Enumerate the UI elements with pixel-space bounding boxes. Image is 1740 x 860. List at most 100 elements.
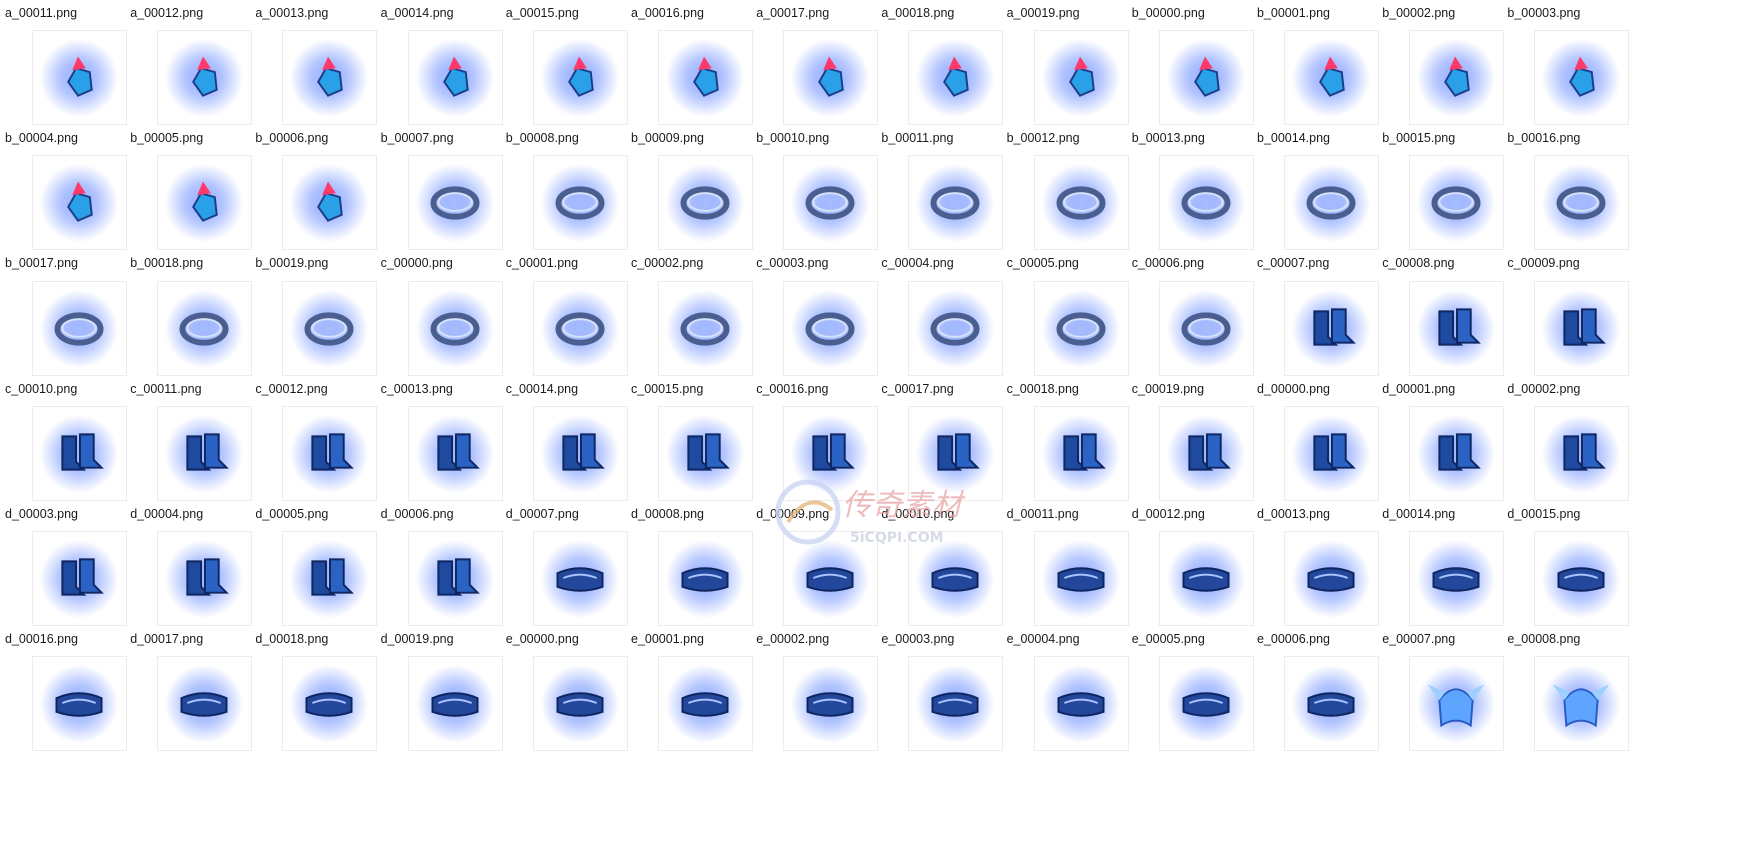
file-item[interactable]: c_00005.png <box>1002 155 1141 294</box>
file-item[interactable]: d_00018.png <box>250 531 389 670</box>
file-item[interactable]: d_00000.png <box>1252 280 1391 420</box>
armored-boots-icon <box>282 405 378 501</box>
file-item[interactable]: b_00012.png <box>1002 30 1141 169</box>
armored-boots-icon <box>1033 405 1129 501</box>
file-item[interactable]: c_00006.png <box>1127 155 1266 294</box>
file-item[interactable]: c_00018.png <box>1002 280 1141 420</box>
file-item[interactable]: b_00013.png <box>1127 30 1266 169</box>
file-item[interactable] <box>1252 656 1391 795</box>
file-item[interactable]: b_00016.png <box>1502 30 1641 169</box>
file-item[interactable]: b_00010.png <box>751 30 890 169</box>
file-item[interactable]: c_00003.png <box>751 155 890 294</box>
file-item[interactable] <box>501 656 640 795</box>
file-item[interactable]: d_00011.png <box>1002 405 1141 545</box>
file-item[interactable]: b_00007.png <box>376 30 515 169</box>
file-item[interactable]: c_00016.png <box>751 280 890 420</box>
file-name-label: e_00004.png <box>1006 632 1080 646</box>
file-item[interactable] <box>376 656 515 795</box>
file-item[interactable]: d_00008.png <box>626 405 765 545</box>
file-item[interactable]: c_00000.png <box>376 155 515 294</box>
file-item[interactable]: b_00018.png <box>125 155 264 294</box>
file-name-label: a_00014.png <box>380 6 454 20</box>
file-item[interactable]: b_00019.png <box>250 155 389 294</box>
file-item[interactable]: e_00005.png <box>1127 531 1266 670</box>
file-item[interactable]: b_00015.png <box>1377 30 1516 169</box>
file-item[interactable] <box>125 656 264 795</box>
file-item[interactable]: e_00001.png <box>626 531 765 670</box>
file-item[interactable]: c_00002.png <box>626 155 765 294</box>
blue-gem-red-crystal-icon <box>1033 30 1129 126</box>
spiked-ring-icon <box>407 280 503 376</box>
file-item[interactable] <box>1377 656 1516 795</box>
file-item[interactable] <box>0 656 139 795</box>
file-item[interactable]: d_00007.png <box>501 405 640 545</box>
file-item[interactable]: b_00011.png <box>876 30 1015 169</box>
file-item[interactable]: e_00000.png <box>501 531 640 670</box>
file-item[interactable]: d_00015.png <box>1502 405 1641 545</box>
file-item[interactable]: d_00001.png <box>1377 280 1516 420</box>
watermark-subtitle: 5iCQPI.COM <box>850 530 944 546</box>
file-item[interactable]: c_00008.png <box>1377 155 1516 294</box>
file-name-label: d_00018.png <box>255 632 329 646</box>
file-item[interactable]: d_00006.png <box>376 405 515 545</box>
file-name-label: d_00007.png <box>505 506 579 521</box>
file-item[interactable]: c_00010.png <box>0 280 139 420</box>
blue-gem-red-crystal-icon <box>783 30 879 126</box>
file-item[interactable]: c_00001.png <box>501 155 640 294</box>
file-item[interactable]: b_00017.png <box>0 155 139 294</box>
file-item[interactable]: b_00008.png <box>501 30 640 169</box>
file-item[interactable] <box>876 656 1015 795</box>
file-item[interactable]: c_00007.png <box>1252 155 1391 294</box>
ornate-belt-icon <box>532 531 628 626</box>
file-item[interactable]: d_00004.png <box>125 405 264 545</box>
file-item[interactable] <box>250 656 389 795</box>
file-item[interactable]: c_00013.png <box>376 280 515 420</box>
file-item[interactable]: b_00006.png <box>250 30 389 169</box>
file-item[interactable]: c_00012.png <box>250 280 389 420</box>
file-name-label: b_00017.png <box>5 256 78 271</box>
file-item[interactable]: d_00012.png <box>1127 405 1266 545</box>
file-item[interactable] <box>1127 656 1266 795</box>
file-item[interactable]: d_00019.png <box>376 531 515 670</box>
file-item[interactable]: d_00003.png <box>0 405 139 545</box>
armored-boots-icon <box>1534 280 1630 376</box>
file-item[interactable]: c_00011.png <box>125 280 264 420</box>
file-item[interactable]: e_00008.png <box>1502 531 1641 670</box>
file-item[interactable]: d_00005.png <box>250 405 389 545</box>
spiked-ring-icon <box>908 280 1004 376</box>
file-name-label: e_00006.png <box>1257 632 1330 646</box>
file-item[interactable]: c_00004.png <box>876 155 1015 294</box>
file-name-label: b_00003.png <box>1507 6 1581 20</box>
file-item[interactable]: d_00002.png <box>1502 280 1641 420</box>
file-item[interactable] <box>1502 656 1641 795</box>
file-item[interactable]: e_00004.png <box>1002 531 1141 670</box>
file-item[interactable]: c_00019.png <box>1127 280 1266 420</box>
file-name-label: d_00014.png <box>1382 506 1456 521</box>
file-item[interactable]: d_00013.png <box>1252 405 1391 545</box>
file-item[interactable]: c_00009.png <box>1502 155 1641 294</box>
file-item[interactable]: c_00014.png <box>501 280 640 420</box>
file-item[interactable]: b_00005.png <box>125 30 264 169</box>
file-item[interactable]: e_00007.png <box>1377 531 1516 670</box>
ornate-belt-icon <box>658 531 753 626</box>
ornate-belt-icon <box>407 656 503 752</box>
file-item[interactable] <box>1002 656 1141 795</box>
file-item[interactable]: d_00017.png <box>125 531 264 670</box>
armored-boots-icon <box>1409 280 1505 376</box>
file-item[interactable]: b_00009.png <box>626 30 765 169</box>
file-item[interactable]: d_00014.png <box>1377 405 1516 545</box>
ornate-belt-icon <box>1284 656 1379 752</box>
spiked-ring-icon <box>1284 155 1379 251</box>
file-item[interactable]: c_00015.png <box>626 280 765 420</box>
file-item[interactable]: b_00014.png <box>1252 30 1391 169</box>
file-item[interactable]: e_00006.png <box>1252 531 1391 670</box>
blue-gem-red-crystal-icon <box>1409 30 1505 126</box>
file-item[interactable]: b_00004.png <box>0 30 139 169</box>
file-name-label: e_00003.png <box>881 632 955 646</box>
spiked-ring-icon <box>157 280 253 376</box>
ornate-belt-icon <box>157 656 253 752</box>
file-item[interactable]: c_00017.png <box>876 280 1015 420</box>
file-item[interactable] <box>751 656 890 795</box>
file-item[interactable] <box>626 656 765 795</box>
file-item[interactable]: d_00016.png <box>0 531 139 670</box>
